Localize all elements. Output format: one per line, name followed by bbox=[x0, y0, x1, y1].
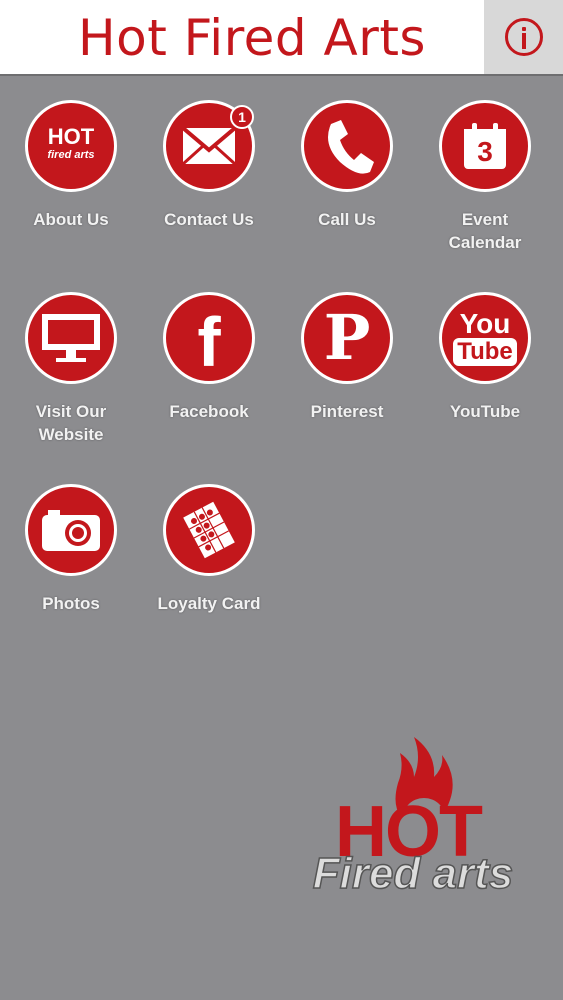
tile-visit-website[interactable]: Visit Our Website bbox=[11, 292, 131, 446]
tile-about-us[interactable]: HOT fired arts About Us bbox=[11, 100, 131, 231]
tile-label: YouTube bbox=[449, 402, 521, 421]
tile-label: Contact Us bbox=[164, 210, 254, 229]
facebook-icon: f bbox=[163, 292, 255, 384]
loyalty-card-icon bbox=[163, 484, 255, 576]
tile-label: Event Calendar bbox=[448, 210, 522, 252]
notification-badge: 1 bbox=[230, 105, 254, 129]
phone-icon bbox=[301, 100, 393, 192]
info-icon bbox=[504, 18, 543, 56]
tile-label: Visit Our Website bbox=[35, 402, 107, 444]
tile-label: About Us bbox=[33, 210, 109, 229]
app-header: Hot Fired Arts bbox=[0, 0, 563, 76]
hot-fired-arts-logo: HOT Fired arts bbox=[312, 737, 514, 898]
hot-fired-arts-logo-icon: HOT fired arts bbox=[25, 100, 117, 192]
about-logo-bottom: fired arts bbox=[47, 149, 95, 161]
tile-label: Loyalty Card bbox=[157, 594, 261, 613]
tile-pinterest[interactable]: P Pinterest bbox=[287, 292, 407, 423]
pinterest-icon: P bbox=[301, 292, 393, 384]
tile-youtube[interactable]: You Tube YouTube bbox=[425, 292, 545, 423]
logo-fired-arts-text: Fired arts bbox=[313, 849, 514, 898]
tile-call-us[interactable]: Call Us bbox=[287, 100, 407, 231]
tile-label: Pinterest bbox=[310, 402, 384, 421]
about-logo-top: HOT bbox=[47, 124, 95, 149]
app-title: Hot Fired Arts bbox=[78, 9, 426, 67]
tile-event-calendar[interactable]: 3 Event Calendar bbox=[425, 100, 545, 254]
monitor-icon bbox=[25, 292, 117, 384]
tile-label: Facebook bbox=[169, 402, 249, 421]
calendar-icon: 3 bbox=[439, 100, 531, 192]
camera-icon bbox=[25, 484, 117, 576]
tile-contact-us[interactable]: 1 Contact Us bbox=[149, 100, 269, 231]
youtube-icon: You Tube bbox=[439, 292, 531, 384]
tile-loyalty-card[interactable]: Loyalty Card bbox=[149, 484, 269, 615]
envelope-icon: 1 bbox=[163, 100, 255, 192]
calendar-day: 3 bbox=[477, 136, 493, 167]
tile-label: Call Us bbox=[318, 210, 376, 229]
info-button[interactable] bbox=[484, 0, 563, 74]
tile-facebook[interactable]: f Facebook bbox=[149, 292, 269, 423]
tile-label: Photos bbox=[42, 594, 100, 613]
tile-photos[interactable]: Photos bbox=[11, 484, 131, 615]
